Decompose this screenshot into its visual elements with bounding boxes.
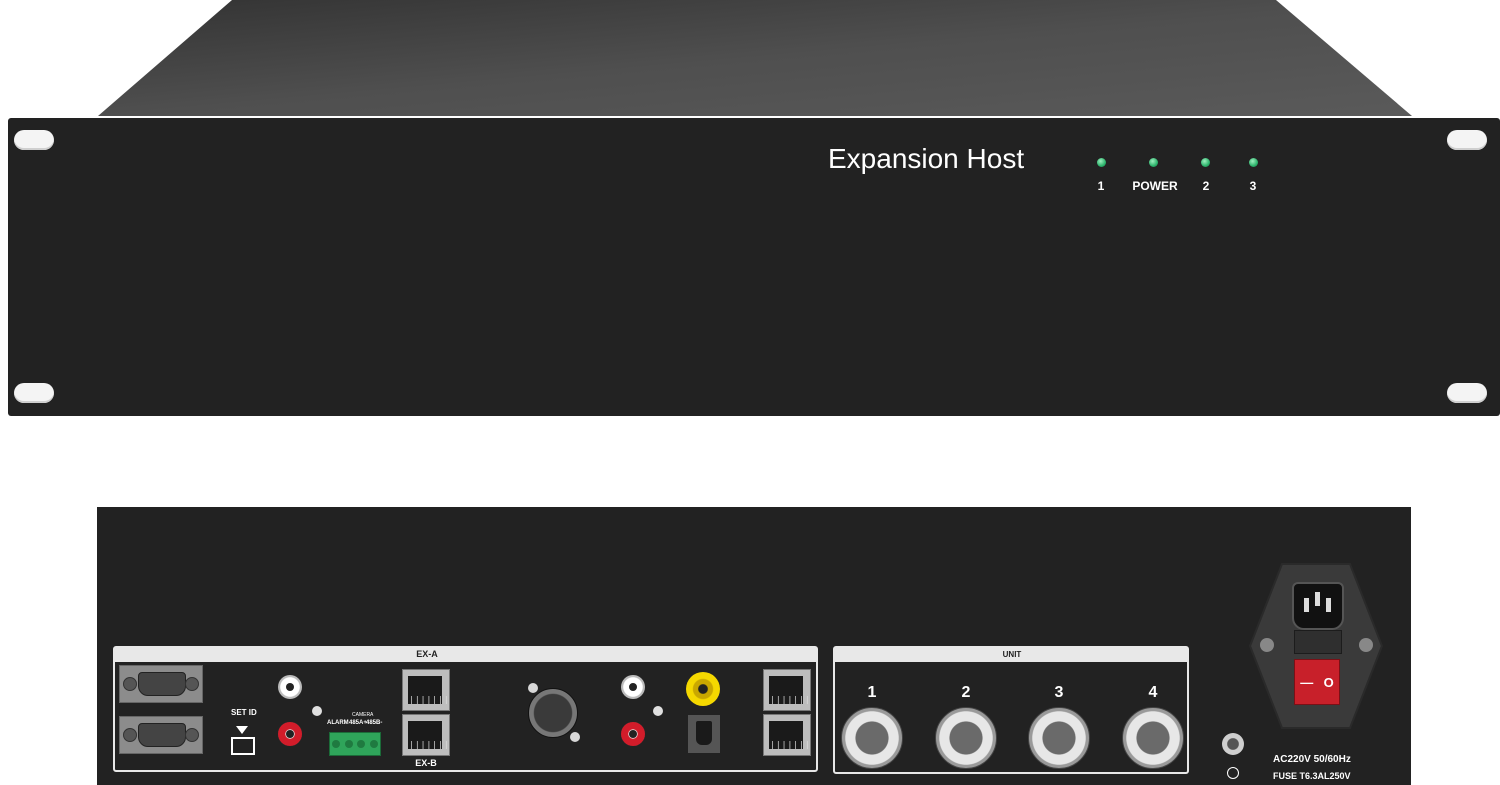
indicator-led-2	[1201, 158, 1210, 167]
rca-jack-white-2[interactable]	[621, 675, 645, 699]
xlr-connector[interactable]	[528, 688, 578, 738]
unit-connector-2[interactable]	[935, 707, 997, 769]
set-id-button[interactable]	[231, 737, 255, 755]
terminal-camera-label: CAMERA	[352, 712, 374, 718]
indicator-led-1	[1097, 158, 1106, 167]
unit-connector-3[interactable]	[1028, 707, 1090, 769]
db9-serial-port-upper[interactable]	[119, 665, 203, 703]
terminal-485b-label: 485B-	[366, 720, 383, 726]
ex-b-rj45-port[interactable]: |||||||	[402, 714, 450, 756]
unit-connector-1[interactable]	[841, 707, 903, 769]
indicator-dot-2	[653, 706, 663, 716]
rack-mount-slot-bottom-left	[14, 383, 54, 403]
ex-b-label: EX-B	[415, 758, 437, 768]
rj45-port-upper-right[interactable]: |||||||	[763, 669, 811, 711]
rca-jack-white-1[interactable]	[278, 675, 302, 699]
mount-screw-right	[1359, 638, 1373, 652]
indicator-led-power	[1149, 158, 1158, 167]
chassis-top-lid	[98, 0, 1412, 116]
set-id-label: SET ID	[231, 708, 257, 717]
switch-off-label: O	[1323, 674, 1334, 690]
iec-power-socket[interactable]	[1292, 582, 1344, 630]
indicator-dot-1	[312, 706, 322, 716]
unit-number-1: 1	[867, 684, 877, 701]
unit-number-3: 3	[1054, 684, 1064, 701]
power-rocker-switch[interactable]: — O	[1294, 659, 1340, 705]
power-rating-label: AC220V 50/60Hz	[1273, 754, 1351, 765]
indicator-label-3: 3	[1249, 179, 1257, 193]
xlr-latch	[528, 683, 538, 693]
unit-label: UNIT	[1002, 650, 1022, 659]
rack-mount-slot-bottom-right	[1447, 383, 1487, 403]
ground-symbol-icon	[1227, 767, 1239, 779]
terminal-alarm-label: ALARM	[327, 720, 349, 726]
mount-screw-left	[1260, 638, 1274, 652]
rack-mount-slot-top-right	[1447, 130, 1487, 150]
unit-connector-4[interactable]	[1122, 707, 1184, 769]
indicator-led-3	[1249, 158, 1258, 167]
ex-a-label: EX-A	[416, 649, 438, 659]
front-view: Expansion Host 1 POWER 2 3	[0, 0, 1500, 420]
device-title: Expansion Host	[828, 143, 1025, 174]
unit-number-2: 2	[961, 684, 971, 701]
rca-jack-red-1[interactable]	[278, 722, 302, 746]
set-id-arrow-icon	[236, 726, 248, 734]
terminal-block-connector[interactable]	[329, 732, 381, 756]
video-rca-jack-yellow[interactable]	[686, 672, 720, 706]
terminal-485a-label: 485A+	[349, 720, 367, 726]
rca-jack-red-2[interactable]	[621, 722, 645, 746]
db9-serial-port-lower[interactable]	[119, 716, 203, 754]
switch-on-label: —	[1300, 674, 1314, 690]
fuse-rating-label: FUSE T6.3AL250V	[1273, 771, 1351, 781]
xlr-screw	[570, 732, 580, 742]
ex-a-rj45-port[interactable]: |||||||	[402, 669, 450, 711]
rack-mount-slot-top-left	[14, 130, 54, 150]
indicator-label-1: 1	[1097, 179, 1105, 193]
unit-number-4: 4	[1148, 684, 1158, 701]
fuse-holder[interactable]	[1294, 630, 1342, 654]
rj45-port-lower-right[interactable]: |||||||	[763, 714, 811, 756]
front-faceplate	[8, 118, 1500, 416]
ground-terminal[interactable]	[1222, 733, 1244, 755]
optical-audio-port[interactable]	[687, 714, 721, 754]
